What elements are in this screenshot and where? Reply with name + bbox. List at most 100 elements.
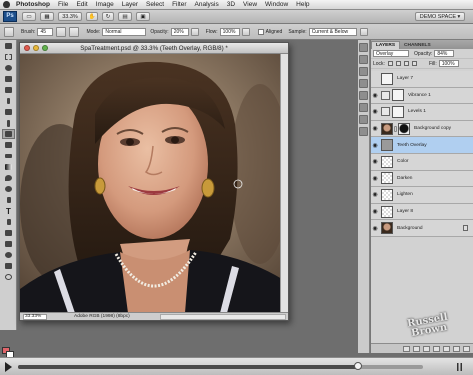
vertical-scrollbar[interactable] [280,54,288,313]
visibility-eye-icon[interactable]: ◉ [371,191,379,198]
layer-row[interactable]: ◉ Darken [371,170,473,188]
blur-tool-icon[interactable] [2,173,15,183]
masks-panel-icon[interactable] [359,103,368,112]
menu-window[interactable]: Window [265,1,288,8]
menu-view[interactable]: View [243,1,257,8]
tab-layers[interactable]: LAYERS [371,41,401,49]
layer-row[interactable]: ◉ Background [371,220,473,237]
move-tool-icon[interactable] [2,41,15,51]
marquee-tool-icon[interactable] [2,52,15,62]
menu-edit[interactable]: Edit [76,1,87,8]
bridge-button[interactable]: ▭ [22,12,36,21]
mini-bridge-button[interactable]: ▦ [40,12,54,21]
clone-stamp-tool-icon[interactable] [2,129,15,139]
video-progress-track[interactable] [18,361,423,370]
arrange-documents-button[interactable]: ▤ [118,12,132,21]
menu-layer[interactable]: Layer [122,1,138,8]
lock-transparent-icon[interactable] [387,61,393,66]
swatches-panel-icon[interactable] [359,115,368,124]
layer-row[interactable]: Layer 7 [371,71,473,88]
layer-thumbnail[interactable] [381,222,393,235]
visibility-eye-icon[interactable]: ◉ [371,208,379,215]
lock-position-icon[interactable] [403,61,409,66]
fill-field[interactable]: 100% [438,60,459,67]
lock-image-icon[interactable] [395,61,401,66]
layer-thumbnail[interactable] [381,188,393,201]
tab-channels[interactable]: CHANNELS [400,42,435,49]
play-icon[interactable] [5,361,12,372]
lasso-tool-icon[interactable] [2,63,15,73]
shape-tool-icon[interactable] [2,228,15,238]
dodge-tool-icon[interactable] [2,184,15,194]
zoom-level-select[interactable]: 33.3% [58,12,82,21]
horizontal-scrollbar[interactable] [159,313,286,320]
pressure-opacity-icon[interactable] [190,27,199,36]
video-scrubber-handle[interactable] [354,361,363,370]
menu-help[interactable]: Help [296,1,309,8]
menu-image[interactable]: Image [96,1,114,8]
app-menu[interactable]: Photoshop [16,1,50,8]
screen-mode-button[interactable]: ▣ [136,12,150,21]
zoom-tool-icon[interactable] [2,272,15,282]
layer-thumbnail[interactable] [381,122,393,135]
3d-orbit-tool-icon[interactable] [2,250,15,260]
layer-opacity-field[interactable]: 84% [434,50,455,57]
workspace-switcher[interactable]: DEMO SPACE ▾ [415,12,465,21]
lock-all-icon[interactable] [411,61,417,66]
apple-icon[interactable] [3,1,10,8]
layer-row[interactable]: ◉ Levels 1 [371,104,473,121]
menu-3d[interactable]: 3D [227,1,235,8]
status-zoom-field[interactable]: 33.33% [23,313,47,320]
brush-tool-icon[interactable] [2,118,15,128]
layer-thumbnail[interactable] [381,172,393,185]
history-brush-tool-icon[interactable] [2,140,15,150]
visibility-eye-icon[interactable]: ◉ [371,108,379,115]
layer-mask-thumbnail[interactable] [398,122,410,135]
adjustments-panel-icon[interactable] [359,91,368,100]
layer-row[interactable]: ◉ Background copy [371,120,473,138]
layer-thumbnail[interactable] [381,155,393,168]
crop-tool-icon[interactable] [2,85,15,95]
volume-icon[interactable] [453,362,467,371]
eyedropper-tool-icon[interactable] [2,96,15,106]
layer-thumbnail[interactable] [381,72,393,85]
brush-panel-toggle-icon[interactable] [56,26,67,37]
gradient-tool-icon[interactable] [2,162,15,172]
rotate-view-icon[interactable]: ↻ [102,12,114,21]
blend-mode-select[interactable]: Overlay [373,50,409,57]
visibility-eye-icon[interactable]: ◉ [371,175,379,182]
menu-select[interactable]: Select [146,1,164,8]
layer-row[interactable]: ◉ Lighten [371,187,473,204]
visibility-eye-icon[interactable]: ◉ [371,125,379,132]
hand-tool-icon[interactable]: ✋ [86,12,98,21]
clone-source-panel-icon[interactable] [69,26,80,37]
airbrush-icon[interactable] [241,27,250,36]
actions-panel-icon[interactable] [359,55,368,64]
document-title-bar[interactable]: SpaTreatment.psd @ 33.3% (Teeth Overlay,… [20,43,288,54]
3d-rotate-tool-icon[interactable] [2,239,15,249]
layer-row[interactable]: ◉ Vibrance 1 [371,87,473,105]
menu-file[interactable]: File [58,1,68,8]
layer-thumbnail[interactable] [381,205,393,218]
layer-row[interactable]: ◉ Teeth Overlay [371,137,473,154]
layer-thumbnail[interactable] [381,139,393,152]
layer-mask-thumbnail[interactable] [392,89,404,102]
menu-filter[interactable]: Filter [172,1,186,8]
ignore-adjustment-layers-icon[interactable] [359,27,368,36]
eraser-tool-icon[interactable] [2,151,15,161]
image-canvas[interactable] [20,54,282,313]
flow-field[interactable]: 100% [219,27,240,36]
sample-select[interactable]: Current & Below [308,27,357,36]
history-panel-icon[interactable] [359,43,368,52]
type-tool-icon[interactable]: T [2,206,15,216]
spot-healing-tool-icon[interactable] [2,107,15,117]
visibility-eye-icon[interactable]: ◉ [371,92,379,99]
opacity-field[interactable]: 20% [170,27,189,36]
layer-row[interactable]: ◉ Color [371,153,473,171]
mask-link-icon[interactable] [394,125,397,132]
layer-row[interactable]: ◉ Layer 8 [371,203,473,221]
visibility-eye-icon[interactable]: ◉ [371,225,379,232]
pen-tool-icon[interactable] [2,195,15,205]
brush-size-picker[interactable]: 45 [37,27,54,36]
layer-mask-thumbnail[interactable] [392,105,404,118]
